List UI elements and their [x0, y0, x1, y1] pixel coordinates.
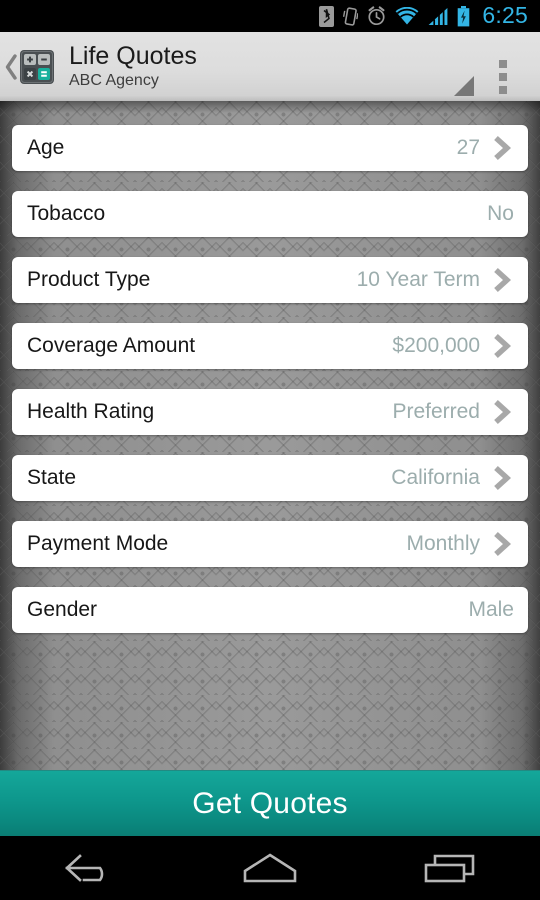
battery-charging-icon	[458, 5, 470, 26]
overflow-dot	[499, 73, 507, 81]
overflow-dot	[499, 86, 507, 94]
form-row-label: Payment Mode	[27, 532, 169, 555]
form-row-value: 27	[456, 136, 480, 159]
form-row[interactable]: Payment Mode Monthly	[12, 521, 528, 567]
form-row[interactable]: Age 27	[12, 125, 528, 171]
page-subtitle: ABC Agency	[69, 71, 159, 89]
nav-back-button[interactable]	[35, 836, 145, 900]
dropdown-triangle-icon[interactable]	[454, 76, 474, 96]
status-bar: 6:25	[0, 0, 540, 32]
bluetooth-icon	[319, 5, 335, 27]
form-row-value: Monthly	[406, 532, 480, 555]
back-chevron-icon	[5, 53, 17, 80]
form-row-value: $200,000	[392, 334, 480, 357]
cellular-signal-icon	[429, 7, 448, 26]
get-quotes-label: Get Quotes	[192, 786, 348, 820]
get-quotes-button[interactable]: Get Quotes	[0, 770, 540, 836]
overflow-dot	[499, 60, 507, 68]
alarm-icon	[368, 6, 385, 26]
form-row-label: State	[27, 466, 77, 489]
form-content-area: Age 27 Tobacco No Product Type 10 Year Term Co…	[0, 101, 540, 770]
action-bar-titles: Life Quotes ABC Agency	[69, 41, 197, 91]
chevron-right-icon	[490, 465, 514, 491]
form-row[interactable]: Coverage Amount $200,000	[12, 323, 528, 369]
nav-recents-button[interactable]	[395, 836, 505, 900]
nav-back-icon	[65, 854, 104, 882]
form-row-value: Preferred	[392, 400, 480, 423]
nav-recents-icon	[424, 854, 475, 883]
quote-form-list: Age 27 Tobacco No Product Type 10 Year Term Co…	[0, 125, 540, 653]
action-bar-back-button[interactable]	[3, 32, 20, 101]
form-row-label: Tobacco	[27, 202, 106, 225]
form-row-label: Health Rating	[27, 400, 155, 423]
form-row[interactable]: Tobacco No	[12, 191, 528, 237]
app-screen: 6:25 Life Quotes ABC Agency Age 27 Tobac…	[0, 0, 540, 900]
form-row-value: No	[487, 202, 514, 225]
form-row[interactable]: Product Type 10 Year Term	[12, 257, 528, 303]
chevron-right-icon	[490, 135, 514, 161]
chevron-right-icon	[490, 531, 514, 557]
content-top-shadow	[0, 101, 540, 113]
form-row-label: Gender	[27, 598, 98, 621]
chevron-right-icon	[490, 333, 514, 359]
status-bar-clock: 6:25	[482, 1, 528, 28]
form-row-label: Product Type	[27, 268, 151, 291]
form-row-label: Age	[27, 136, 65, 159]
form-row-value: 10 Year Term	[356, 268, 480, 291]
system-navigation-bar	[0, 836, 540, 900]
form-row[interactable]: Health Rating Preferred	[12, 389, 528, 435]
chevron-right-icon	[490, 399, 514, 425]
overflow-menu-icon[interactable]	[492, 56, 514, 98]
action-bar: Life Quotes ABC Agency	[0, 32, 540, 101]
chevron-right-icon	[490, 267, 514, 293]
vibrate-icon	[343, 6, 359, 26]
page-title: Life Quotes	[69, 41, 197, 70]
form-row-value: Male	[468, 598, 514, 621]
nav-home-button[interactable]	[215, 836, 325, 900]
form-row-label: Coverage Amount	[27, 334, 196, 357]
form-row[interactable]: State California	[12, 455, 528, 501]
calculator-icon[interactable]	[20, 49, 54, 84]
form-row[interactable]: Gender Male	[12, 587, 528, 633]
nav-home-icon	[243, 853, 297, 883]
wifi-icon	[396, 6, 419, 24]
form-row-value: California	[391, 466, 480, 489]
